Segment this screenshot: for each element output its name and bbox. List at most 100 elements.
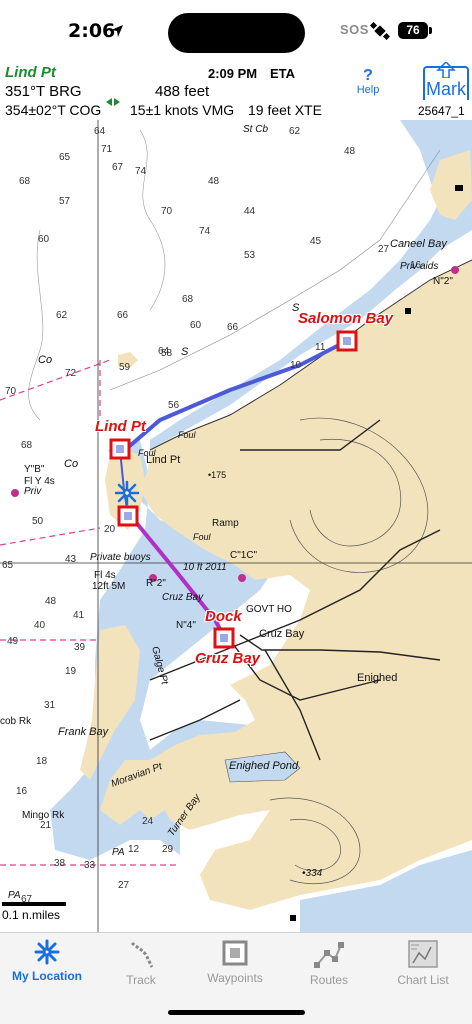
sounding: 56 xyxy=(168,400,180,411)
label-pa-1: PA xyxy=(112,847,125,858)
scale-label: 0.1 n.miles xyxy=(2,908,61,922)
sounding: 40 xyxy=(34,620,46,631)
sounding: 66 xyxy=(117,310,129,321)
distance-readout: 488 feet xyxy=(155,83,210,100)
sounding: 44 xyxy=(244,206,256,217)
mark-button[interactable]: Mark xyxy=(423,66,469,100)
sounding: 38 xyxy=(54,858,66,869)
depth-contour-3 xyxy=(139,129,166,311)
label-caneel-bay: Caneel Bay xyxy=(390,238,447,250)
label-co-2: Co xyxy=(64,458,79,470)
sounding: 65 xyxy=(59,152,71,163)
waypoint-label-lind-pt[interactable]: Lind Pt xyxy=(95,418,146,435)
label-govt: GOVT HO xyxy=(246,604,292,615)
label-enighed-pond: Enighed Pond xyxy=(229,760,299,772)
tab-label: Chart List xyxy=(397,973,449,987)
label-n4: N"4" xyxy=(176,620,196,631)
sounding: 18 xyxy=(36,756,48,767)
label-mingo-rk: Mingo Rk xyxy=(22,810,65,821)
sounding: 60 xyxy=(38,234,50,245)
tab-waypoints[interactable]: Waypoints xyxy=(188,939,282,995)
navigation-header: Lind Pt 2:09 PM ETA 351°T BRG 488 feet 3… xyxy=(0,62,472,120)
cog-readout: 354±02°T COG xyxy=(5,102,102,118)
home-indicator xyxy=(168,1010,305,1015)
location-arrow-icon xyxy=(111,25,123,37)
battery-nub xyxy=(429,27,432,34)
label-ramp: Ramp xyxy=(212,518,239,529)
label-12ft: 12ft 5M xyxy=(92,581,126,592)
building-2 xyxy=(405,308,411,314)
buoy-caneel xyxy=(451,266,459,274)
vmg-readout: 15±1 knots VMG xyxy=(130,102,235,118)
sounding: 65 xyxy=(2,560,14,571)
status-bar: 2:06 SOS 76 xyxy=(0,0,472,62)
sounding: 68 xyxy=(21,440,33,451)
label-priv-aids: Priv aids xyxy=(400,261,439,272)
label-co-1: Co xyxy=(38,354,53,366)
sounding: 74 xyxy=(135,166,147,177)
destination-name: Lind Pt xyxy=(5,64,56,81)
sos-indicator: SOS xyxy=(340,22,369,37)
tab-routes[interactable]: Routes xyxy=(282,939,376,995)
sounding: 27 xyxy=(378,244,390,255)
tab-label: My Location xyxy=(11,969,82,983)
label-s-1: S xyxy=(181,346,189,358)
label-cob-rk: cob Rk xyxy=(0,716,32,727)
building-3 xyxy=(290,915,296,921)
help-label: Help xyxy=(356,84,380,96)
sounding: 60 xyxy=(190,320,202,331)
tab-label: Waypoints xyxy=(207,971,263,985)
nautical-chart[interactable]: 64 62 71 65 67 68 57 60 74 48 70 44 68 7… xyxy=(0,120,472,932)
mark-label: Mark xyxy=(426,79,466,99)
sounding: 33 xyxy=(84,860,96,871)
tab-chart-list[interactable]: Chart List xyxy=(376,939,470,995)
label-private-buoys: Private buoys xyxy=(90,552,151,563)
sounding: 71 xyxy=(101,144,113,155)
waypoint-label-dock[interactable]: Dock xyxy=(205,608,242,625)
sounding: 48 xyxy=(45,596,57,607)
sounding: 10 xyxy=(290,360,302,371)
help-button[interactable]: ? Help xyxy=(352,67,384,97)
my-location-tab-icon xyxy=(34,939,60,965)
my-location-icon xyxy=(114,480,140,506)
sounding: 68 xyxy=(19,176,31,187)
label-yb: Y"B" xyxy=(24,464,45,475)
bearing-readout: 351°T BRG xyxy=(5,83,82,100)
sounding: 62 xyxy=(56,310,68,321)
label-334: •334 xyxy=(302,868,323,879)
label-priv: Priv xyxy=(24,486,42,497)
sounding: 53 xyxy=(244,250,256,261)
buoy-yb xyxy=(11,489,19,497)
waypoint-icon xyxy=(222,940,248,966)
tab-my-location[interactable]: My Location xyxy=(0,939,94,995)
label-foul-1: Foul xyxy=(178,430,196,440)
buildings xyxy=(455,185,463,191)
help-icon: ? xyxy=(363,67,373,84)
sounding: 43 xyxy=(65,554,77,565)
sounding: 39 xyxy=(74,642,86,653)
tab-label: Routes xyxy=(309,973,349,987)
sounding: 64 xyxy=(94,126,106,137)
sounding: 29 xyxy=(162,844,174,855)
label-c1c: C"1C" xyxy=(230,550,258,561)
sounding: 74 xyxy=(199,226,211,237)
waypoint-label-salomon-bay[interactable]: Salomon Bay xyxy=(298,310,393,327)
sounding: 49 xyxy=(7,636,19,647)
sounding: 70 xyxy=(161,206,173,217)
label-175: •175 xyxy=(208,470,227,480)
scale-bar: 0.1 n.miles xyxy=(2,902,66,922)
status-time: 2:06 xyxy=(68,20,116,42)
waypoint-label-cruz-bay[interactable]: Cruz Bay xyxy=(195,650,260,667)
label-n2-caneel: N"2" xyxy=(433,276,453,287)
waypoint-marker-dock xyxy=(213,627,235,649)
dynamic-island xyxy=(168,13,305,53)
sounding: 50 xyxy=(32,516,44,527)
sounding: 19 xyxy=(65,666,77,677)
sounding: 70 xyxy=(5,386,17,397)
sounding: 57 xyxy=(59,196,71,207)
label-lind-pt-land: Lind Pt xyxy=(146,454,181,466)
chart-number: 25647_1 xyxy=(418,104,465,118)
boundary-1 xyxy=(0,359,111,401)
tab-track[interactable]: Track xyxy=(94,939,188,995)
sounding: 45 xyxy=(310,236,322,247)
